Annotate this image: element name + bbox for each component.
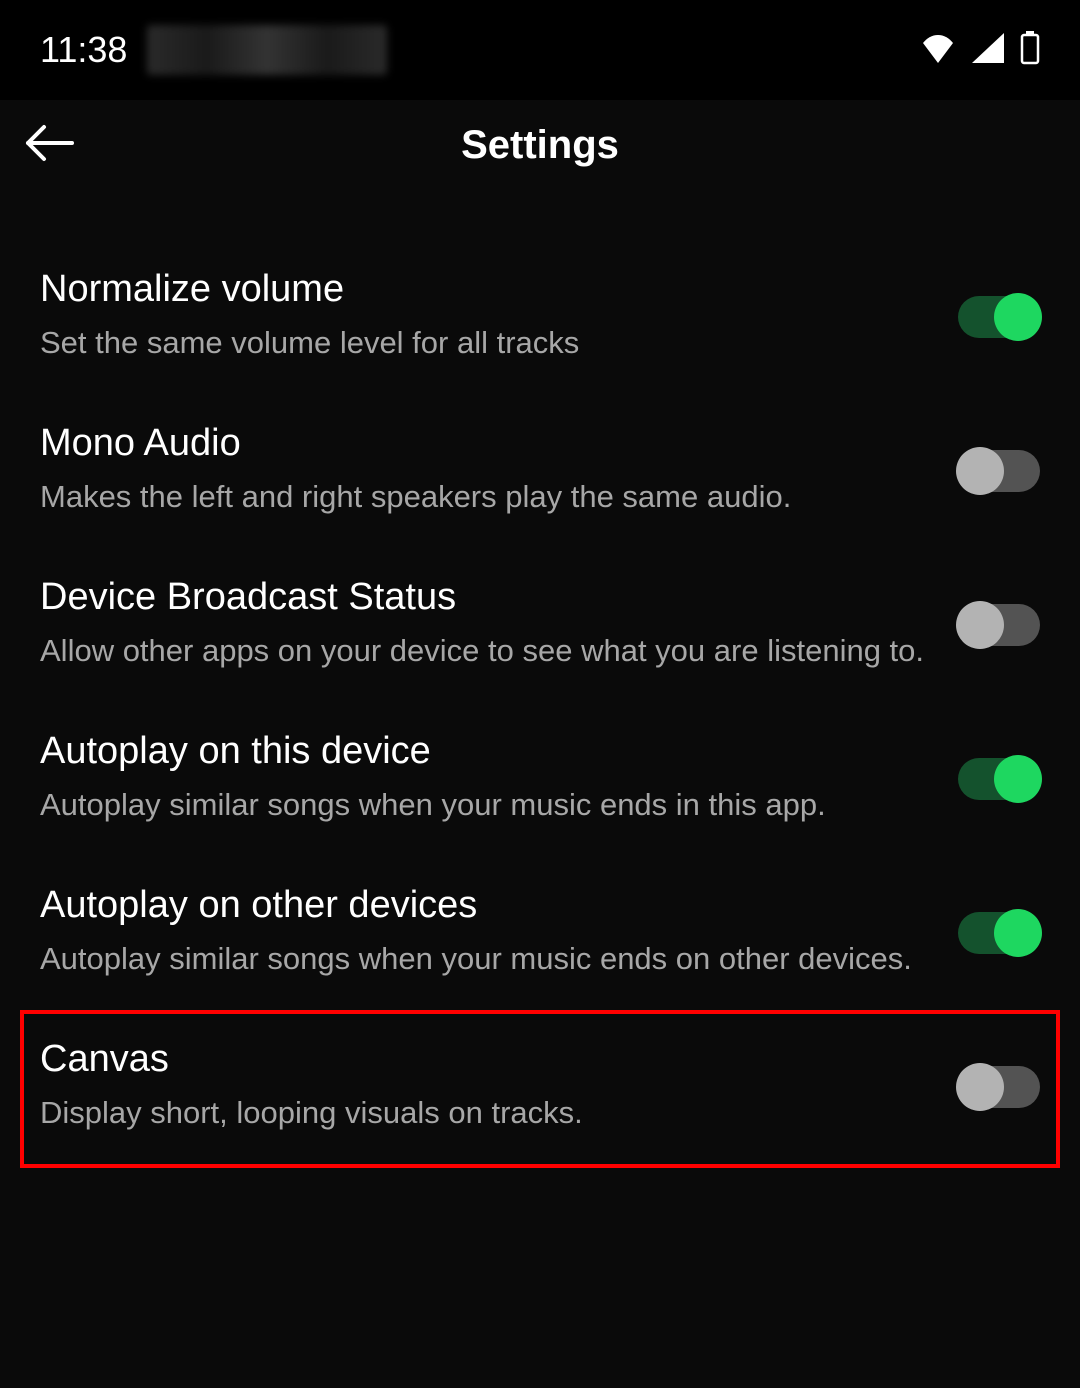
setting-description: Display short, looping visuals on tracks…	[40, 1091, 928, 1136]
blurred-notification-area	[147, 25, 387, 75]
setting-text: Canvas Display short, looping visuals on…	[40, 1038, 928, 1136]
setting-description: Set the same volume level for all tracks	[40, 321, 928, 366]
setting-device-broadcast[interactable]: Device Broadcast Status Allow other apps…	[40, 548, 1040, 702]
setting-text: Normalize volume Set the same volume lev…	[40, 268, 928, 366]
setting-text: Autoplay on other devices Autoplay simil…	[40, 884, 928, 982]
toggle-autoplay-this-device[interactable]	[958, 758, 1040, 800]
status-bar: 11:38	[0, 0, 1080, 100]
toggle-knob	[956, 1063, 1004, 1111]
toggle-knob	[994, 909, 1042, 957]
setting-text: Autoplay on this device Autoplay similar…	[40, 730, 928, 828]
toggle-device-broadcast[interactable]	[958, 604, 1040, 646]
page-title: Settings	[461, 123, 619, 168]
header: Settings	[0, 100, 1080, 190]
setting-normalize-volume[interactable]: Normalize volume Set the same volume lev…	[40, 240, 1040, 394]
setting-canvas[interactable]: Canvas Display short, looping visuals on…	[40, 1014, 1040, 1164]
setting-title: Mono Audio	[40, 422, 928, 465]
wifi-icon	[920, 33, 956, 68]
toggle-knob	[956, 447, 1004, 495]
setting-title: Normalize volume	[40, 268, 928, 311]
toggle-normalize-volume[interactable]	[958, 296, 1040, 338]
setting-text: Mono Audio Makes the left and right spea…	[40, 422, 928, 520]
setting-title: Device Broadcast Status	[40, 576, 928, 619]
cellular-icon	[972, 33, 1004, 68]
toggle-autoplay-other-devices[interactable]	[958, 912, 1040, 954]
arrow-left-icon	[24, 123, 76, 168]
toggle-mono-audio[interactable]	[958, 450, 1040, 492]
setting-title: Autoplay on this device	[40, 730, 928, 773]
setting-autoplay-this-device[interactable]: Autoplay on this device Autoplay similar…	[40, 702, 1040, 856]
toggle-knob	[994, 293, 1042, 341]
status-time: 11:38	[40, 29, 127, 71]
settings-list: Normalize volume Set the same volume lev…	[0, 190, 1080, 1168]
status-right	[920, 31, 1040, 70]
highlighted-setting: Canvas Display short, looping visuals on…	[20, 1010, 1060, 1168]
setting-description: Allow other apps on your device to see w…	[40, 629, 928, 674]
toggle-knob	[956, 601, 1004, 649]
setting-text: Device Broadcast Status Allow other apps…	[40, 576, 928, 674]
setting-title: Autoplay on other devices	[40, 884, 928, 927]
setting-mono-audio[interactable]: Mono Audio Makes the left and right spea…	[40, 394, 1040, 548]
setting-description: Autoplay similar songs when your music e…	[40, 937, 928, 982]
setting-autoplay-other-devices[interactable]: Autoplay on other devices Autoplay simil…	[40, 856, 1040, 1010]
setting-title: Canvas	[40, 1038, 928, 1081]
toggle-knob	[994, 755, 1042, 803]
setting-description: Autoplay similar songs when your music e…	[40, 783, 928, 828]
back-button[interactable]	[20, 115, 80, 175]
status-left: 11:38	[40, 25, 387, 75]
toggle-canvas[interactable]	[958, 1066, 1040, 1108]
setting-description: Makes the left and right speakers play t…	[40, 475, 928, 520]
battery-icon	[1020, 31, 1040, 70]
